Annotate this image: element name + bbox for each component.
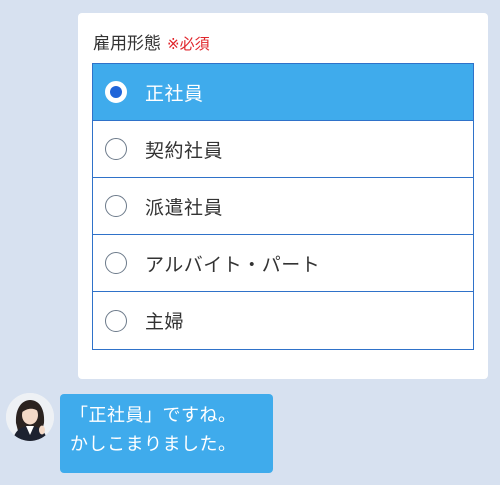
option-seishain[interactable]: 正社員: [93, 64, 473, 121]
radio-selected-dot: [110, 86, 122, 98]
option-label: 派遣社員: [145, 196, 224, 219]
option-label: 正社員: [145, 82, 204, 105]
message-line: 「正社員」ですね。: [70, 405, 237, 426]
employment-type-form: 雇用形態 ※必須 正社員 契約社員 派遣社員 アルバイト・パート 主婦: [78, 13, 488, 379]
radio-button-icon[interactable]: [105, 252, 127, 274]
option-label: アルバイト・パート: [145, 253, 321, 276]
radio-group: 正社員 契約社員 派遣社員 アルバイト・パート 主婦: [92, 63, 474, 350]
field-label: 雇用形態 ※必須: [93, 33, 210, 55]
radio-button-icon[interactable]: [105, 195, 127, 217]
option-label: 主婦: [145, 311, 185, 333]
option-haken-shain[interactable]: 派遣社員: [93, 178, 473, 235]
chat-message-bubble: 「正社員」ですね。 かしこまりました。: [60, 394, 273, 473]
radio-button-icon[interactable]: [105, 309, 127, 332]
required-mark: ※必須: [167, 35, 210, 53]
field-label-text: 雇用形態: [93, 34, 161, 54]
option-shufu[interactable]: 主婦: [93, 292, 473, 349]
option-arubaito-part[interactable]: アルバイト・パート: [93, 235, 473, 292]
radio-button-icon[interactable]: [105, 138, 127, 160]
option-label: 契約社員: [145, 139, 224, 162]
message-line: かしこまりました。: [70, 434, 237, 455]
radio-button-icon[interactable]: [105, 81, 127, 103]
option-keiyaku-shain[interactable]: 契約社員: [93, 121, 473, 178]
operator-avatar-graphic: [6, 393, 54, 441]
operator-avatar-icon: [6, 393, 54, 441]
